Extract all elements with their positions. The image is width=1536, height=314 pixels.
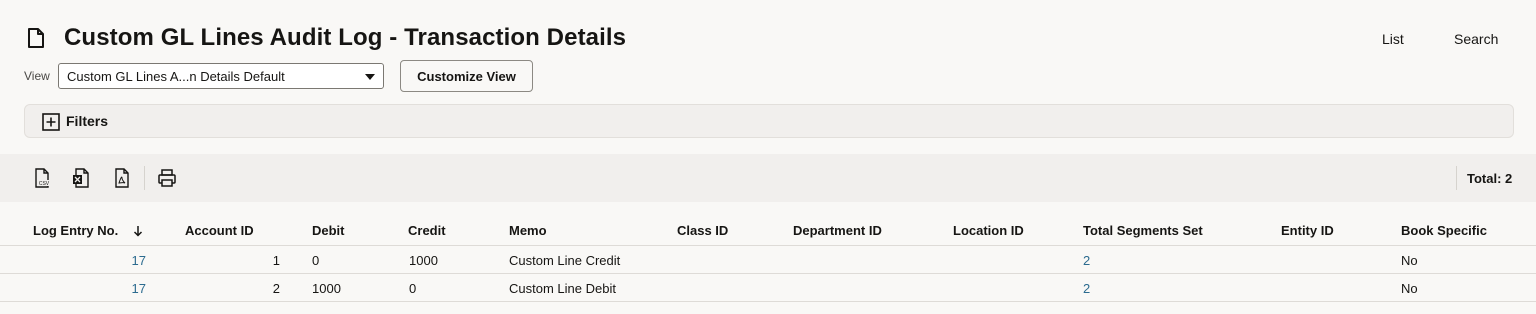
chevron-down-icon bbox=[365, 74, 375, 80]
column-header-department-id[interactable]: Department ID bbox=[793, 223, 882, 238]
column-header-memo[interactable]: Memo bbox=[509, 223, 547, 238]
print-icon[interactable] bbox=[157, 168, 177, 188]
column-header-location-id[interactable]: Location ID bbox=[953, 223, 1024, 238]
view-label: View bbox=[24, 69, 50, 83]
customize-view-button[interactable]: Customize View bbox=[400, 60, 533, 92]
expand-plus-icon[interactable] bbox=[42, 113, 60, 131]
filters-bar[interactable]: Filters bbox=[24, 104, 1514, 138]
column-header-credit[interactable]: Credit bbox=[408, 223, 446, 238]
table-row: 17 2 1000 0 Custom Line Debit 2 No bbox=[0, 274, 1536, 302]
excel-export-icon[interactable] bbox=[71, 168, 91, 188]
search-link[interactable]: Search bbox=[1454, 31, 1498, 47]
book-specific-cell: No bbox=[1401, 253, 1418, 268]
column-header-entity-id[interactable]: Entity ID bbox=[1281, 223, 1334, 238]
total-segments-set-link[interactable]: 2 bbox=[1083, 281, 1090, 296]
log-entry-no-link[interactable]: 17 bbox=[100, 253, 146, 268]
column-header-debit[interactable]: Debit bbox=[312, 223, 345, 238]
column-header-class-id[interactable]: Class ID bbox=[677, 223, 728, 238]
table-row: 17 1 0 1000 Custom Line Credit 2 No bbox=[0, 246, 1536, 274]
filters-label: Filters bbox=[66, 113, 109, 129]
credit-cell: 0 bbox=[409, 281, 417, 296]
sort-descending-icon[interactable] bbox=[133, 225, 143, 237]
total-divider bbox=[1456, 166, 1457, 190]
csv-export-icon[interactable]: CSV bbox=[32, 168, 52, 188]
log-entry-no-link[interactable]: 17 bbox=[100, 281, 146, 296]
memo-cell: Custom Line Credit bbox=[509, 253, 621, 268]
column-header-log-entry-no[interactable]: Log Entry No. bbox=[33, 223, 118, 238]
account-id-cell: 1 bbox=[272, 253, 280, 268]
memo-cell: Custom Line Debit bbox=[509, 281, 616, 296]
list-link[interactable]: List bbox=[1382, 31, 1404, 47]
debit-cell: 0 bbox=[312, 253, 320, 268]
debit-cell: 1000 bbox=[312, 281, 341, 296]
table-header-row: Log Entry No. Account ID Debit Credit Me… bbox=[0, 216, 1536, 246]
total-count: Total: 2 bbox=[1467, 171, 1513, 186]
svg-text:CSV: CSV bbox=[39, 181, 50, 187]
column-header-total-segments-set[interactable]: Total Segments Set bbox=[1083, 223, 1203, 238]
account-id-cell: 2 bbox=[272, 281, 280, 296]
view-select[interactable]: Custom GL Lines A...n Details Default bbox=[58, 63, 384, 89]
page-title: Custom GL Lines Audit Log - Transaction … bbox=[64, 24, 627, 51]
credit-cell: 1000 bbox=[409, 253, 438, 268]
toolbar-divider bbox=[144, 166, 145, 190]
column-header-account-id[interactable]: Account ID bbox=[185, 223, 254, 238]
column-header-book-specific[interactable]: Book Specific bbox=[1401, 223, 1487, 238]
book-specific-cell: No bbox=[1401, 281, 1418, 296]
document-icon bbox=[28, 28, 44, 48]
view-select-value: Custom GL Lines A...n Details Default bbox=[67, 69, 285, 84]
results-table: Log Entry No. Account ID Debit Credit Me… bbox=[0, 216, 1536, 302]
results-toolbar: CSV Total: 2 bbox=[0, 154, 1536, 202]
pdf-export-icon[interactable] bbox=[112, 168, 132, 188]
total-segments-set-link[interactable]: 2 bbox=[1083, 253, 1090, 268]
